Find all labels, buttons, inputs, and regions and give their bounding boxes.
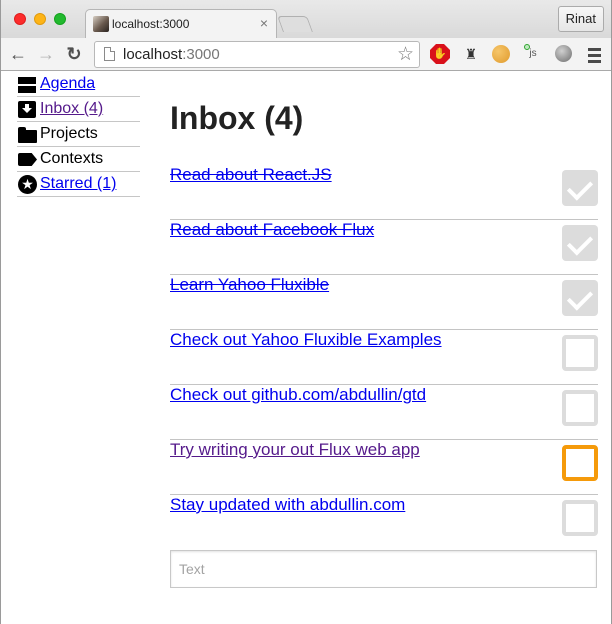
sidebar-link-agenda[interactable]: Agenda	[40, 75, 95, 93]
maximize-window-button[interactable]	[54, 13, 66, 25]
browser-toolbar: ← → ↻ localhost:3000 ☆ ♜ js	[1, 38, 611, 71]
sidebar-label-contexts: Contexts	[40, 150, 104, 167]
star-circle-icon	[17, 175, 37, 194]
back-arrow-icon[interactable]: ←	[7, 42, 29, 66]
globe-icon[interactable]	[553, 43, 575, 65]
main-panel: Inbox (4) Read about React.JS Read about…	[170, 72, 598, 588]
address-bar[interactable]: localhost:3000 ☆	[94, 41, 420, 68]
todo-checkbox-checked[interactable]	[562, 280, 598, 316]
todo-item: Read about Facebook Flux	[170, 220, 598, 275]
new-todo-input[interactable]	[170, 550, 597, 588]
forward-arrow-icon[interactable]: →	[35, 42, 57, 66]
todo-link[interactable]: Learn Yahoo Fluxible	[170, 275, 329, 295]
url-port: :3000	[182, 46, 220, 63]
adblock-icon[interactable]	[429, 43, 451, 65]
sidebar-item-contexts[interactable]: Contexts	[17, 147, 140, 172]
bookmark-star-icon[interactable]: ☆	[397, 43, 414, 66]
lamp-icon[interactable]: ♜	[460, 43, 482, 65]
todo-link[interactable]: Check out Yahoo Fluxible Examples	[170, 330, 442, 350]
todo-link[interactable]: Read about React.JS	[170, 165, 332, 185]
inbox-icon	[17, 100, 37, 118]
url-host: localhost	[123, 46, 183, 63]
js-label: js	[529, 48, 537, 59]
tab-strip: localhost:3000 × Rinat	[1, 0, 611, 39]
stop-sign-icon	[430, 44, 450, 64]
todo-link[interactable]: Check out github.com/abdullin/gtd	[170, 385, 426, 405]
url-text[interactable]: localhost:3000	[123, 46, 220, 63]
cookie-shape	[492, 45, 510, 63]
page-icon	[104, 47, 115, 61]
todo-link[interactable]: Read about Facebook Flux	[170, 220, 374, 240]
todo-link[interactable]: Stay updated with abdullin.com	[170, 495, 405, 515]
sidebar-link-starred[interactable]: Starred (1)	[40, 175, 116, 193]
todo-checkbox[interactable]	[562, 390, 598, 426]
agenda-icon	[17, 75, 37, 93]
close-window-button[interactable]	[14, 13, 26, 25]
profile-button[interactable]: Rinat	[557, 6, 604, 32]
hamburger-menu-icon[interactable]	[584, 43, 604, 65]
todo-checkbox[interactable]	[562, 500, 598, 536]
sidebar-link-inbox[interactable]: Inbox (4)	[40, 100, 103, 118]
todo-link[interactable]: Try writing your out Flux web app	[170, 440, 420, 460]
sidebar-item-inbox[interactable]: Inbox (4)	[17, 97, 140, 122]
todo-list: Read about React.JS Read about Facebook …	[170, 165, 598, 550]
globe-shape	[555, 45, 572, 62]
sidebar-item-projects[interactable]: Projects	[17, 122, 140, 147]
sidebar-nav: Agenda Inbox (4) Projects Contexts Starr…	[17, 72, 140, 197]
todo-item: Stay updated with abdullin.com	[170, 495, 598, 550]
page-content: Agenda Inbox (4) Projects Contexts Starr…	[1, 72, 611, 624]
todo-checkbox-focused[interactable]	[562, 445, 598, 481]
sidebar-item-starred[interactable]: Starred (1)	[17, 172, 140, 197]
tag-icon	[17, 150, 37, 168]
minimize-window-button[interactable]	[34, 13, 46, 25]
browser-tab[interactable]: localhost:3000 ×	[85, 9, 277, 39]
cookie-icon[interactable]	[490, 43, 512, 65]
js-icon[interactable]: js	[522, 43, 544, 65]
reload-icon[interactable]: ↻	[63, 42, 85, 66]
todo-item: Check out Yahoo Fluxible Examples	[170, 330, 598, 385]
tab-close-icon[interactable]: ×	[260, 15, 268, 31]
tab-title: localhost:3000	[112, 17, 190, 31]
todo-item: Try writing your out Flux web app	[170, 440, 598, 495]
sidebar-label-projects: Projects	[40, 125, 98, 142]
favicon-avatar-icon	[93, 16, 109, 32]
todo-checkbox-checked[interactable]	[562, 170, 598, 206]
js-status-dot	[524, 44, 530, 50]
todo-item: Read about React.JS	[170, 165, 598, 220]
browser-window: localhost:3000 × Rinat ← → ↻ localhost:3…	[0, 0, 612, 624]
todo-item: Learn Yahoo Fluxible	[170, 275, 598, 330]
todo-item: Check out github.com/abdullin/gtd	[170, 385, 598, 440]
sidebar-item-agenda[interactable]: Agenda	[17, 72, 140, 97]
todo-checkbox[interactable]	[562, 335, 598, 371]
page-title: Inbox (4)	[170, 100, 304, 136]
folder-icon	[17, 125, 37, 143]
todo-checkbox-checked[interactable]	[562, 225, 598, 261]
new-tab-button[interactable]	[277, 16, 313, 32]
